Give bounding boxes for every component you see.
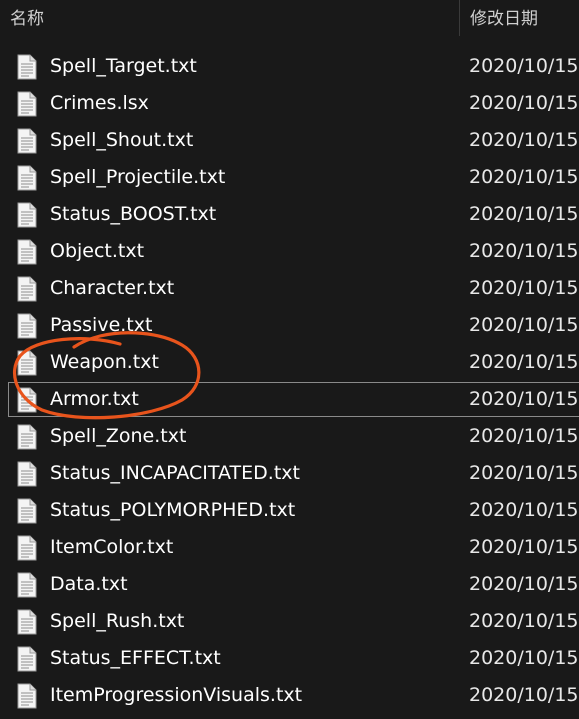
file-date-modified: 2020/10/15 <box>469 240 579 262</box>
file-name[interactable]: Status_EFFECT.txt <box>50 647 221 669</box>
file-list: Spell_Target.txt 2020/10/15 Crimes.lsx 2020… <box>0 49 579 715</box>
file-date-modified: 2020/10/15 <box>469 388 579 410</box>
file-name[interactable]: Spell_Zone.txt <box>50 425 186 447</box>
file-row[interactable]: Weapon.txt 2020/10/15 <box>0 345 579 382</box>
file-name[interactable]: Armor.txt <box>50 388 139 410</box>
file-date-modified: 2020/10/15 <box>469 351 579 373</box>
file-name[interactable]: Object.txt <box>50 240 144 262</box>
file-row[interactable]: Spell_Shout.txt 2020/10/15 <box>0 123 579 160</box>
file-date-modified: 2020/10/15 <box>469 129 579 151</box>
text-file-icon <box>17 276 37 302</box>
file-row[interactable]: ItemColor.txt 2020/10/15 <box>0 530 579 567</box>
text-file-icon <box>17 313 37 339</box>
text-file-icon <box>17 498 37 524</box>
file-row[interactable]: Status_BOOST.txt 2020/10/15 <box>0 197 579 234</box>
file-date-modified: 2020/10/15 <box>469 92 579 114</box>
file-name[interactable]: Status_POLYMORPHED.txt <box>50 499 295 521</box>
text-file-icon <box>17 54 37 80</box>
file-row[interactable]: Spell_Target.txt 2020/10/15 <box>0 49 579 86</box>
file-date-modified: 2020/10/15 <box>469 314 579 336</box>
file-date-modified: 2020/10/15 <box>469 647 579 669</box>
file-row[interactable]: Crimes.lsx 2020/10/15 <box>0 86 579 123</box>
text-file-icon <box>17 683 37 709</box>
file-row[interactable]: Status_POLYMORPHED.txt 2020/10/15 <box>0 493 579 530</box>
text-file-icon <box>17 165 37 191</box>
text-file-icon <box>17 91 37 117</box>
text-file-icon <box>17 128 37 154</box>
text-file-icon <box>17 387 37 413</box>
text-file-icon <box>17 461 37 487</box>
file-row[interactable]: Data.txt 2020/10/15 <box>0 567 579 604</box>
file-row[interactable]: Spell_Rush.txt 2020/10/15 <box>0 604 579 641</box>
text-file-icon <box>17 202 37 228</box>
file-name[interactable]: Crimes.lsx <box>50 92 149 114</box>
file-name[interactable]: Status_BOOST.txt <box>50 203 216 225</box>
column-header-bar: 名称 修改日期 <box>0 0 579 36</box>
file-name[interactable]: Character.txt <box>50 277 174 299</box>
file-date-modified: 2020/10/15 <box>469 610 579 632</box>
file-date-modified: 2020/10/15 <box>469 203 579 225</box>
file-date-modified: 2020/10/15 <box>469 277 579 299</box>
text-file-icon <box>17 239 37 265</box>
file-date-modified: 2020/10/15 <box>469 573 579 595</box>
file-name[interactable]: Weapon.txt <box>50 351 159 373</box>
file-row[interactable]: Spell_Zone.txt 2020/10/15 <box>0 419 579 456</box>
text-file-icon <box>17 424 37 450</box>
text-file-icon <box>17 646 37 672</box>
file-name[interactable]: Status_INCAPACITATED.txt <box>50 462 300 484</box>
text-file-icon <box>17 535 37 561</box>
name-column-header[interactable]: 名称 <box>10 4 44 29</box>
file-row[interactable]: ItemProgressionVisuals.txt 2020/10/15 <box>0 678 579 715</box>
file-row[interactable]: Armor.txt 2020/10/15 <box>0 382 579 419</box>
file-row[interactable]: Passive.txt 2020/10/15 <box>0 308 579 345</box>
file-name[interactable]: Passive.txt <box>50 314 152 336</box>
file-date-modified: 2020/10/15 <box>469 536 579 558</box>
text-file-icon <box>17 609 37 635</box>
file-name[interactable]: Spell_Rush.txt <box>50 610 184 632</box>
file-name[interactable]: ItemColor.txt <box>50 536 173 558</box>
file-row[interactable]: Character.txt 2020/10/15 <box>0 271 579 308</box>
date-modified-column-header[interactable]: 修改日期 <box>470 4 538 29</box>
file-name[interactable]: ItemProgressionVisuals.txt <box>50 684 302 706</box>
file-name[interactable]: Data.txt <box>50 573 128 595</box>
file-date-modified: 2020/10/15 <box>469 499 579 521</box>
file-date-modified: 2020/10/15 <box>469 425 579 447</box>
column-divider[interactable] <box>459 0 460 36</box>
file-row[interactable]: Object.txt 2020/10/15 <box>0 234 579 271</box>
file-date-modified: 2020/10/15 <box>469 684 579 706</box>
file-date-modified: 2020/10/15 <box>469 462 579 484</box>
file-name[interactable]: Spell_Shout.txt <box>50 129 193 151</box>
text-file-icon <box>17 350 37 376</box>
file-row[interactable]: Status_EFFECT.txt 2020/10/15 <box>0 641 579 678</box>
text-file-icon <box>17 572 37 598</box>
file-name[interactable]: Spell_Target.txt <box>50 55 197 77</box>
file-row[interactable]: Spell_Projectile.txt 2020/10/15 <box>0 160 579 197</box>
file-name[interactable]: Spell_Projectile.txt <box>50 166 225 188</box>
file-date-modified: 2020/10/15 <box>469 55 579 77</box>
file-row[interactable]: Status_INCAPACITATED.txt 2020/10/15 <box>0 456 579 493</box>
file-date-modified: 2020/10/15 <box>469 166 579 188</box>
